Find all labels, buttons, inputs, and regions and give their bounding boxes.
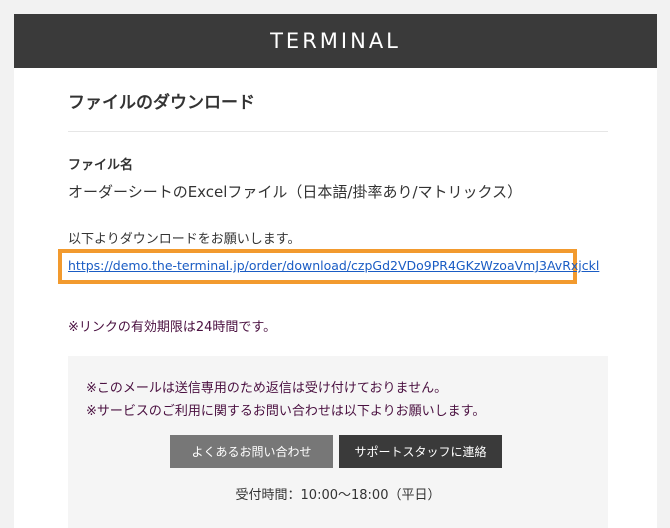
file-name-value: オーダーシートのExcelファイル（日本語/掛率あり/マトリックス） <box>68 183 523 201</box>
business-hours: 受付時間：10:00〜18:00（平日） <box>235 488 441 503</box>
file-name-label: ファイル名 <box>68 158 134 173</box>
download-link[interactable]: https://demo.the-terminal.jp/order/downl… <box>68 258 599 273</box>
download-instruction: 以下よりダウンロードをお願いします。 <box>68 232 301 247</box>
notice-box: ※このメールは送信専用のため返信は受け付けておりません。 ※サービスのご利用に関… <box>68 356 608 528</box>
divider <box>68 131 608 132</box>
email-card: ファイルのダウンロード ファイル名 オーダーシートのExcelファイル（日本語/… <box>14 68 657 528</box>
contact-support-button[interactable]: サポートスタッフに連絡 <box>339 435 502 468</box>
expiry-note: ※リンクの有効期限は24時間です。 <box>68 320 277 335</box>
terminal-logo[interactable]: TERMINAL <box>270 29 401 53</box>
no-reply-notice: ※このメールは送信専用のため返信は受け付けておりません。 <box>86 381 448 396</box>
contact-notice: ※サービスのご利用に関するお問い合わせは以下よりお願いします。 <box>86 404 486 419</box>
header-bar: TERMINAL <box>14 14 657 68</box>
page-title: ファイルのダウンロード <box>68 93 255 113</box>
faq-button[interactable]: よくあるお問い合わせ <box>170 435 333 468</box>
